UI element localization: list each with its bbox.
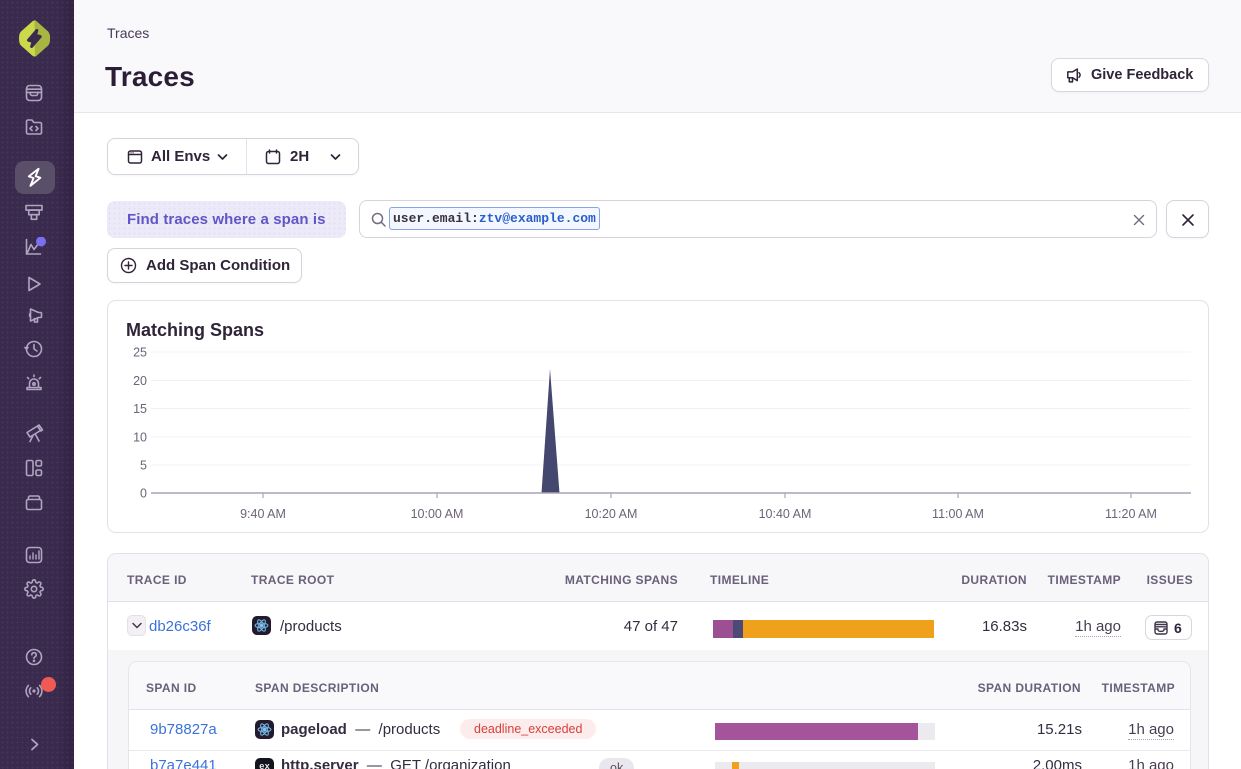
svg-text:10: 10 [133,431,147,445]
svg-text:11:00 AM: 11:00 AM [932,507,984,521]
svg-text:15: 15 [133,402,147,416]
svg-text:0: 0 [140,487,147,501]
svg-text:10:00 AM: 10:00 AM [411,507,464,521]
svg-text:10:40 AM: 10:40 AM [759,507,812,521]
svg-text:11:20 AM: 11:20 AM [1105,507,1157,521]
svg-text:20: 20 [133,374,147,388]
svg-text:9:40 AM: 9:40 AM [240,507,286,521]
svg-text:25: 25 [133,346,147,360]
svg-text:10:20 AM: 10:20 AM [585,507,638,521]
svg-text:5: 5 [140,459,147,473]
